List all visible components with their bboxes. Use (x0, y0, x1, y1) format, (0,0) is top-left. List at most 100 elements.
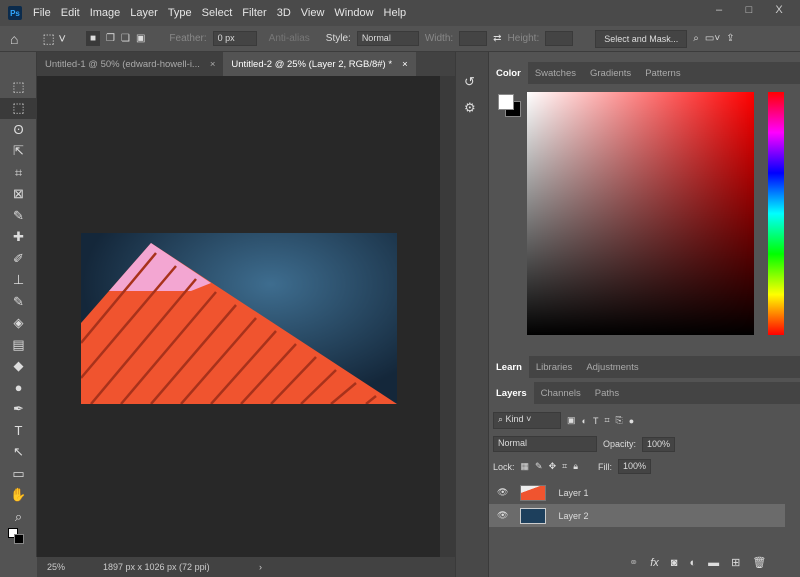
tab-gradients[interactable]: Gradients (583, 62, 638, 84)
lock-all-icon[interactable]: 🔒︎ (573, 461, 578, 472)
tab-untitled-1[interactable]: Untitled-1 @ 50% (edward-howell-i... × (37, 52, 224, 76)
foreground-color-swatch[interactable] (498, 94, 514, 110)
tool-eraser-icon[interactable]: ◈ (0, 313, 37, 335)
tab-adjustments[interactable]: Adjustments (579, 356, 645, 378)
tool-gradient-icon[interactable]: ▤ (0, 334, 37, 356)
tab-color[interactable]: Color (489, 62, 528, 84)
share-icon[interactable]: ⇪ (726, 33, 734, 44)
tab-paths[interactable]: Paths (588, 382, 626, 404)
select-and-mask-button[interactable]: Select and Mask... (595, 29, 688, 48)
color-field[interactable] (527, 92, 754, 335)
lock-transparent-icon[interactable]: ▦ (521, 461, 530, 472)
close-icon[interactable]: × (210, 59, 216, 70)
tool-crop-icon[interactable]: ⌗ (0, 162, 37, 184)
adjustment-layer-icon[interactable]: ◐ (689, 557, 696, 569)
minimize-button[interactable]: – (710, 4, 728, 20)
tool-history-brush-icon[interactable]: ✎ (0, 291, 37, 313)
vertical-scrollbar[interactable] (440, 76, 455, 557)
zoom-level[interactable]: 25% (37, 562, 79, 572)
filter-type-icon[interactable]: T (593, 416, 599, 426)
lock-pixels-icon[interactable]: ✎ (535, 461, 543, 472)
menu-layer[interactable]: Layer (125, 7, 163, 19)
tab-libraries[interactable]: Libraries (529, 356, 579, 378)
filter-shape-icon[interactable]: ⌗ (604, 415, 609, 426)
tool-marquee-icon[interactable]: ⬚ (0, 97, 37, 119)
tool-stamp-icon[interactable]: ⊥ (0, 270, 37, 292)
filter-smart-object-icon[interactable]: ⎘ (616, 415, 623, 426)
menu-3d[interactable]: 3D (272, 7, 296, 19)
background-swatch[interactable] (14, 534, 24, 544)
tool-type-icon[interactable]: T (0, 420, 37, 442)
link-layers-icon[interactable]: ⚭ (629, 556, 638, 569)
feather-input[interactable]: 0 px (212, 31, 257, 46)
fx-icon[interactable]: fx (650, 557, 659, 569)
tab-swatches[interactable]: Swatches (528, 62, 583, 84)
tab-learn[interactable]: Learn (489, 356, 529, 378)
marquee-preset-icon[interactable]: ⬚ ˅ (42, 31, 66, 47)
tab-layers[interactable]: Layers (489, 382, 534, 404)
opacity-input[interactable]: 100% (642, 436, 676, 452)
menu-image[interactable]: Image (85, 7, 126, 19)
lock-artboard-icon[interactable]: ⌗ (562, 461, 567, 472)
tool-path-select-icon[interactable]: ↖ (0, 442, 37, 464)
delete-layer-icon[interactable]: 🗑︎ (752, 556, 766, 569)
add-mask-icon[interactable]: ◙ (671, 557, 678, 569)
anti-alias-checkbox[interactable]: Anti-alias (269, 33, 310, 44)
blend-mode-select[interactable]: Normal (493, 436, 597, 452)
menu-help[interactable]: Help (379, 7, 412, 19)
width-input[interactable] (459, 31, 488, 46)
height-input[interactable] (545, 31, 574, 46)
style-select[interactable]: Normal (356, 31, 419, 46)
intersect-selection-icon[interactable]: ▣ (136, 33, 145, 44)
tool-zoom-icon[interactable]: ⌕ (0, 506, 37, 528)
tool-frame-icon[interactable]: ⊠ (0, 184, 37, 206)
tool-eyedropper-icon[interactable]: ✎ (0, 205, 37, 227)
swap-icon[interactable]: ⇄ (493, 33, 501, 44)
tool-dodge-icon[interactable]: ● (0, 377, 37, 399)
kind-filter-select[interactable]: ⌕ Kind ˅ (493, 412, 561, 429)
status-arrow-icon[interactable]: › (259, 562, 262, 572)
lock-position-icon[interactable]: ✥ (549, 461, 557, 472)
workspace-icon[interactable]: ▭˅ (705, 33, 720, 44)
tool-lasso-icon[interactable]: ʘ (0, 119, 37, 141)
tool-blur-icon[interactable]: ◆ (0, 356, 37, 378)
fill-input[interactable]: 100% (618, 459, 652, 474)
hue-slider[interactable] (768, 92, 784, 335)
filter-adjustment-icon[interactable]: ◐ (582, 416, 587, 426)
tab-channels[interactable]: Channels (534, 382, 588, 404)
close-button[interactable]: X (770, 4, 788, 20)
menu-type[interactable]: Type (163, 7, 197, 19)
tab-untitled-2[interactable]: Untitled-2 @ 25% (Layer 2, RGB/8#) * × (223, 52, 416, 76)
new-group-icon[interactable]: ▬ (708, 557, 719, 569)
properties-panel-icon[interactable]: ⚙ (464, 100, 488, 116)
menu-filter[interactable]: Filter (237, 7, 271, 19)
tool-hand-icon[interactable]: ✋ (0, 485, 37, 507)
close-icon[interactable]: × (402, 59, 408, 70)
menu-edit[interactable]: Edit (56, 7, 85, 19)
filter-toggle-icon[interactable]: ● (629, 416, 634, 426)
subtract-selection-icon[interactable]: ❏ (121, 33, 130, 44)
filter-pixel-icon[interactable]: ▣ (567, 415, 576, 426)
menu-window[interactable]: Window (329, 7, 378, 19)
menu-select[interactable]: Select (197, 7, 238, 19)
maximize-button[interactable]: □ (740, 4, 758, 20)
tool-healing-icon[interactable]: ✚ (0, 227, 37, 249)
home-icon[interactable]: ⌂ (10, 31, 18, 47)
layer-row-layer-2[interactable]: 👁︎ Layer 2 (489, 504, 785, 527)
menu-view[interactable]: View (296, 7, 330, 19)
menu-file[interactable]: File (28, 7, 56, 19)
search-icon[interactable]: ⌕ (693, 33, 699, 44)
history-panel-icon[interactable]: ↺ (464, 74, 488, 90)
tool-brush-icon[interactable]: ✐ (0, 248, 37, 270)
tab-patterns[interactable]: Patterns (638, 62, 687, 84)
tool-artboard-icon[interactable]: ⬚ (0, 76, 37, 98)
tool-rectangle-icon[interactable]: ▭ (0, 463, 37, 485)
new-layer-icon[interactable]: ⊞ (731, 556, 740, 569)
add-selection-icon[interactable]: ❐ (106, 33, 115, 44)
canvas-image[interactable] (81, 233, 397, 404)
tool-pen-icon[interactable]: ✒ (0, 399, 37, 421)
eye-icon[interactable]: 👁︎ (497, 487, 508, 498)
layer-row-layer-1[interactable]: 👁︎ Layer 1 (489, 481, 785, 504)
tool-object-select-icon[interactable]: ⇱ (0, 141, 37, 163)
new-selection-icon[interactable]: ■ (85, 31, 101, 46)
